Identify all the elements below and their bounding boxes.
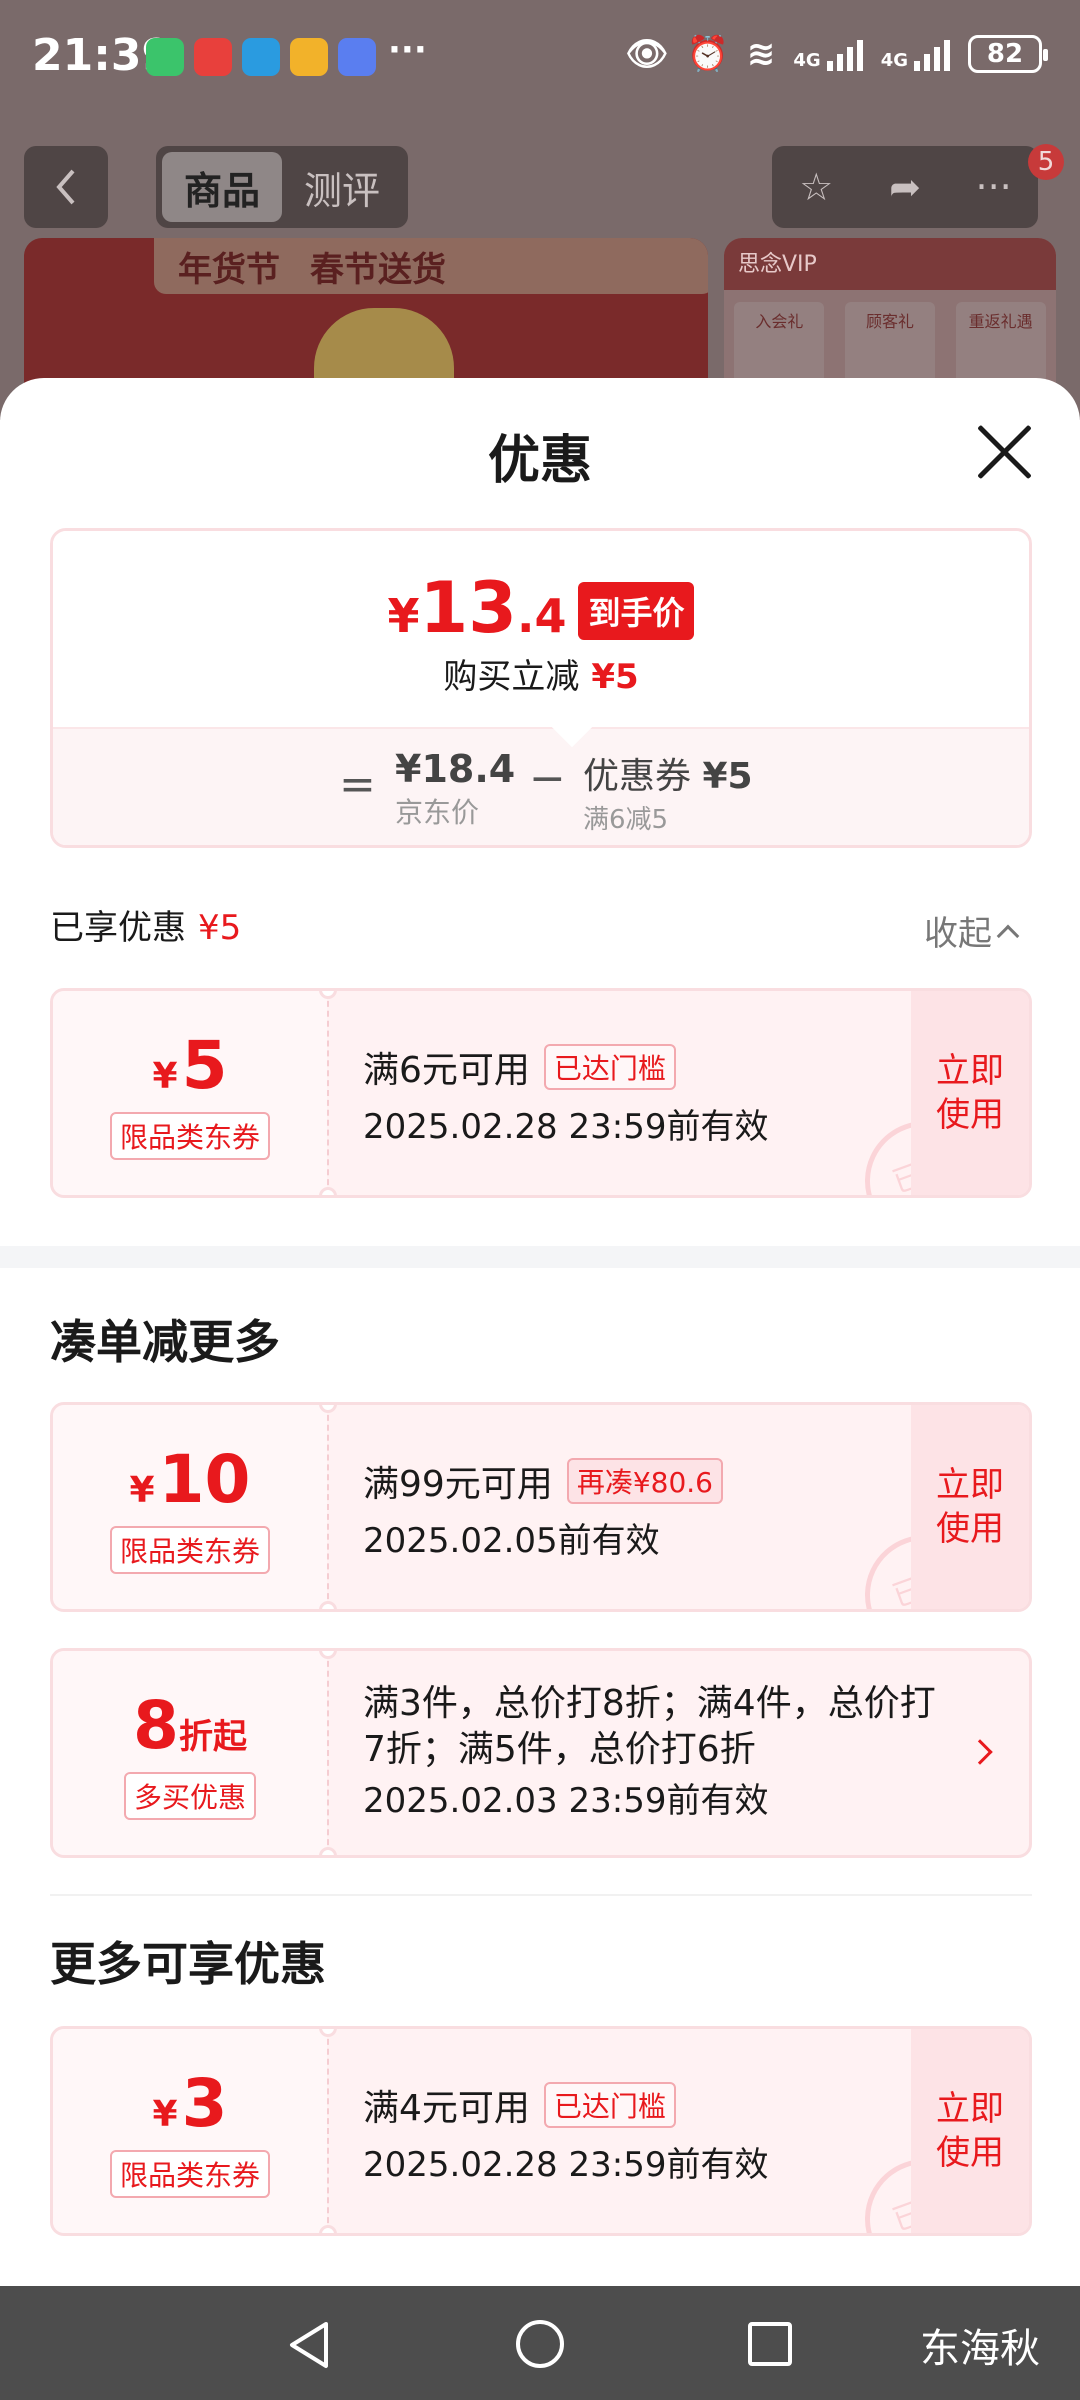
coupon-type: 限品类东券 xyxy=(109,1525,270,1574)
more-options-icon[interactable]: ··· xyxy=(959,152,1029,222)
signal-icon: 4G xyxy=(881,37,950,71)
product-tabs: 商品 测评 xyxy=(156,146,408,228)
tab-reviews[interactable]: 测评 xyxy=(282,152,402,222)
status-indicators: 👁 ⏰ ≋ 4G 4G 82 xyxy=(625,34,1048,74)
final-price: ¥ 13 .4 到手价 xyxy=(53,567,1029,649)
eye-icon: 👁 xyxy=(625,34,669,74)
status-bar: 21:39 ··· 👁 ⏰ ≋ 4G 4G 82 xyxy=(0,0,1080,115)
coupon-card: ¥3 限品类东券 满4元可用已达门槛 2025.02.28 23:59前有效 已… xyxy=(50,2026,1032,2236)
multi-buy-card[interactable]: 8 折起 多买优惠 满3件，总价打8折；满4件，总价打7折；满5件，总价打6折 2… xyxy=(50,1648,1032,1858)
price-breakdown-card: ¥ 13 .4 到手价 购买立减 ¥5 = ¥18.4 京东价 − 优惠券 ¥5 … xyxy=(50,528,1032,848)
battery-icon: 82 xyxy=(968,35,1048,73)
product-actions: ☆ ➦ ··· xyxy=(772,146,1038,228)
discount-sheet: 优惠 ¥ 13 .4 到手价 购买立减 ¥5 = ¥18.4 京东价 − 优惠券 … xyxy=(0,378,1080,2286)
chevron-left-icon xyxy=(56,169,75,205)
enjoyed-discount: 已享优惠 ¥5 xyxy=(50,908,242,948)
discount-type: 多买优惠 xyxy=(123,1771,256,1820)
coupon-card: ¥10 限品类东券 满99元可用再凑¥80.6 2025.02.05前有效 已领… xyxy=(50,1402,1032,1612)
alarm-icon: ⏰ xyxy=(686,34,729,74)
discount-validity: 2025.02.03 23:59前有效 xyxy=(363,1781,769,1821)
coupon-type: 限品类东券 xyxy=(109,2149,270,2198)
add-more-tag: 再凑¥80.6 xyxy=(566,1458,723,1504)
coupon-condition: 满4元可用 xyxy=(363,2088,530,2129)
price-formula: = ¥18.4 京东价 − 优惠券 ¥5 满6减5 xyxy=(53,727,1029,845)
coupon-validity: 2025.02.05前有效 xyxy=(363,1521,660,1561)
coupon-amount: ¥3 xyxy=(152,2064,228,2142)
app-notification-icon xyxy=(242,38,280,76)
wifi-icon: ≋ xyxy=(746,34,776,74)
app-notification-icon xyxy=(290,38,328,76)
chevron-right-icon xyxy=(967,1739,993,1765)
nav-recents-icon[interactable] xyxy=(748,2322,792,2366)
instant-discount: 购买立减 ¥5 xyxy=(443,657,639,697)
vip-title: 思念VIP xyxy=(724,238,1056,290)
coupon-condition: 满6元可用 xyxy=(363,1050,530,1091)
favorite-star-icon[interactable]: ☆ xyxy=(781,152,851,222)
share-icon[interactable]: ➦ xyxy=(870,152,940,222)
sheet-title: 优惠 xyxy=(487,431,592,491)
section-title-extra: 更多可享优惠 xyxy=(50,1937,326,1991)
threshold-tag: 已达门槛 xyxy=(543,1044,676,1090)
final-price-tag: 到手价 xyxy=(578,582,695,640)
more-notifications-icon: ··· xyxy=(388,30,427,70)
app-notification-icon xyxy=(146,38,184,76)
coupon-amount: ¥5 xyxy=(152,1026,228,1104)
nav-home-icon[interactable] xyxy=(516,2320,564,2368)
coupon-validity: 2025.02.28 23:59前有效 xyxy=(363,1107,769,1147)
back-button[interactable] xyxy=(24,146,108,228)
app-notification-icon xyxy=(194,38,232,76)
section-title-more: 凑单减更多 xyxy=(50,1315,280,1369)
original-price: ¥18.4 京东价 xyxy=(395,747,516,829)
discount-rate: 8 折起 xyxy=(133,1686,247,1764)
tab-goods[interactable]: 商品 xyxy=(162,152,282,222)
coupon-type: 限品类东券 xyxy=(109,1111,270,1160)
use-now-button[interactable]: 立即 使用 xyxy=(911,2029,1029,2233)
signal-icon: 4G xyxy=(793,37,863,71)
coupon-validity: 2025.02.28 23:59前有效 xyxy=(363,2145,769,2185)
threshold-tag: 已达门槛 xyxy=(543,2082,676,2128)
message-count-badge: 5 xyxy=(1028,144,1064,180)
coupon-amount: ¥10 xyxy=(129,1440,251,1518)
coupon-card: ¥5 限品类东券 满6元可用已达门槛 2025.02.28 23:59前有效 已… xyxy=(50,988,1032,1198)
nav-back-icon[interactable] xyxy=(286,2320,332,2370)
app-notification-icon xyxy=(338,38,376,76)
coupon-condition: 满99元可用 xyxy=(363,1464,553,1505)
use-now-button[interactable]: 立即 使用 xyxy=(911,1405,1029,1609)
multi-buy-rules: 满3件，总价打8折；满4件，总价打7折；满5件，总价打6折 xyxy=(363,1683,936,1770)
product-page-background: 21:39 ··· 👁 ⏰ ≋ 4G 4G 82 商品 测评 ☆ ➦ ··· 5… xyxy=(0,0,1080,420)
chevron-up-icon xyxy=(996,924,1020,947)
coupon-deduction: 优惠券 ¥5 满6减5 xyxy=(583,756,753,835)
system-navigation-bar: 东海秋 xyxy=(0,2286,1080,2400)
nav-user-text: 东海秋 xyxy=(920,2326,1040,2372)
collapse-button[interactable]: 收起 xyxy=(924,906,1020,955)
promo-ribbon: 年货节 春节送货 xyxy=(154,238,708,294)
use-now-button[interactable]: 立即 使用 xyxy=(911,991,1029,1195)
notification-icons xyxy=(146,38,376,76)
close-icon[interactable] xyxy=(974,422,1034,482)
